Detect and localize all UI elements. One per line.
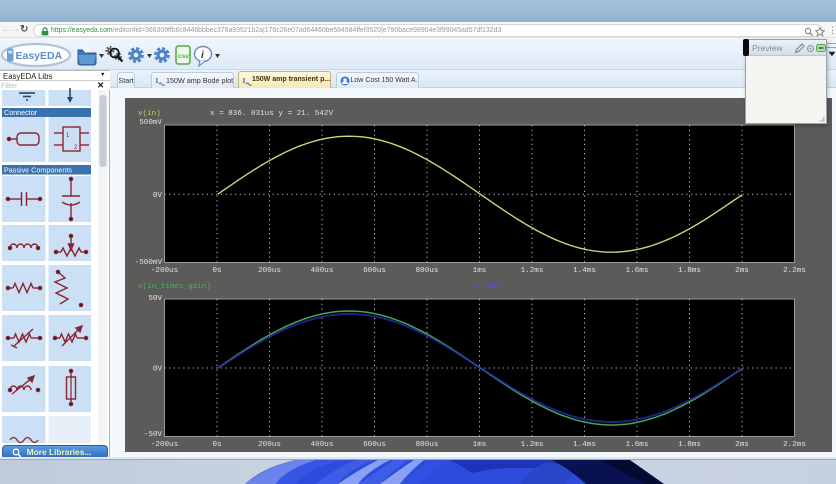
svg-text:600us: 600us — [363, 267, 386, 275]
svg-text:x = 836. 031us y = 21. 542V: x = 836. 031us y = 21. 542V — [210, 110, 333, 118]
svg-text:v(in): v(in) — [138, 110, 161, 118]
svg-text:800us: 800us — [416, 441, 439, 449]
svg-text:50V: 50V — [148, 295, 162, 303]
svg-text:1.2ms: 1.2ms — [521, 267, 544, 275]
svg-text:-500mV: -500mV — [135, 259, 163, 267]
svg-text:v (out): v (out) — [473, 283, 505, 291]
svg-text:1ms: 1ms — [473, 267, 487, 275]
svg-text:2ms: 2ms — [735, 267, 749, 275]
svg-text:200us: 200us — [258, 267, 281, 275]
svg-text:600us: 600us — [363, 441, 386, 449]
svg-text:1.6ms: 1.6ms — [626, 441, 649, 449]
svg-text:v(in_times_gain): v(in_times_gain) — [138, 283, 211, 291]
svg-text:1.4ms: 1.4ms — [573, 441, 596, 449]
svg-text:400us: 400us — [311, 441, 334, 449]
svg-text:1ms: 1ms — [473, 441, 487, 449]
svg-text:-50V: -50V — [144, 431, 163, 439]
svg-text:1.2ms: 1.2ms — [521, 441, 544, 449]
svg-text:0V: 0V — [153, 192, 163, 200]
svg-text:-200us: -200us — [151, 441, 178, 449]
svg-text:800us: 800us — [416, 267, 439, 275]
svg-text:-200us: -200us — [151, 267, 178, 275]
svg-text:1.8ms: 1.8ms — [678, 441, 701, 449]
svg-text:0s: 0s — [212, 267, 221, 275]
svg-text:1.8ms: 1.8ms — [678, 267, 701, 275]
svg-text:0V: 0V — [153, 366, 163, 374]
svg-text:Connector: Connector — [4, 108, 38, 117]
svg-text:2.2ms: 2.2ms — [783, 267, 806, 275]
svg-text:1.6ms: 1.6ms — [626, 267, 649, 275]
svg-text:200us: 200us — [258, 441, 281, 449]
svg-text:400us: 400us — [311, 267, 334, 275]
svg-text:500mV: 500mV — [139, 119, 162, 127]
svg-text:2.2ms: 2.2ms — [783, 441, 806, 449]
svg-text:1.4ms: 1.4ms — [573, 267, 596, 275]
svg-text:2ms: 2ms — [735, 441, 749, 449]
svg-text:Passive Components: Passive Components — [4, 166, 72, 175]
svg-text:0s: 0s — [212, 441, 221, 449]
